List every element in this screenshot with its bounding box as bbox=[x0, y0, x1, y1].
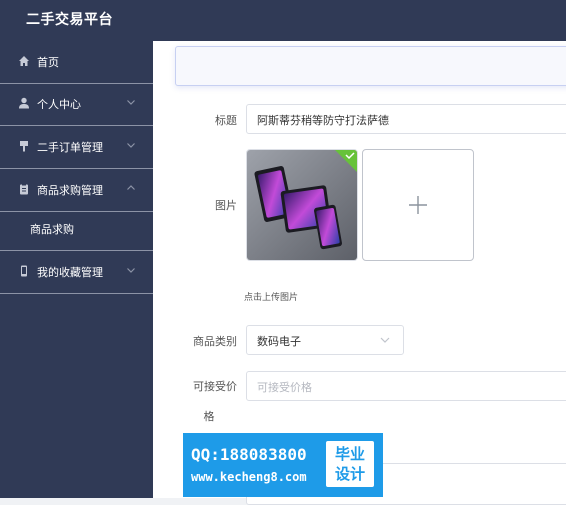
sidebar-item-home[interactable]: 首页 bbox=[0, 41, 153, 84]
category-label: 商品类别 bbox=[193, 335, 237, 348]
watermark-tag: 毕业 设计 bbox=[326, 441, 374, 487]
watermark-tag-line1: 毕业 bbox=[334, 445, 365, 463]
watermark-banner: QQ:188083800 www.kecheng8.com 毕业 设计 bbox=[183, 433, 383, 497]
sidebar-item-label: 个人中心 bbox=[37, 98, 81, 111]
plus-icon bbox=[409, 196, 427, 214]
image-label: 图片 bbox=[215, 199, 237, 212]
sidebar-item-label: 商品求购管理 bbox=[37, 184, 103, 197]
price-label: 可接受价 bbox=[193, 380, 237, 393]
sidebar-item-label: 二手订单管理 bbox=[37, 141, 103, 154]
sidebar-subitem-label: 商品求购 bbox=[30, 223, 74, 236]
chevron-down-icon bbox=[127, 100, 135, 105]
pin-icon bbox=[20, 141, 28, 152]
sidebar: 首页 个人中心 二手订单管理 商品求购管理 商品求购 我的收藏管理 bbox=[0, 41, 153, 498]
title-label: 标题 bbox=[215, 114, 237, 127]
phone-icon bbox=[21, 265, 27, 277]
title-input[interactable]: 阿斯蒂芬稍等防守打法萨德 bbox=[246, 104, 566, 134]
price-label-cont: 格 bbox=[203, 410, 215, 423]
price-input-placeholder: 可接受价格 bbox=[257, 381, 312, 394]
user-icon bbox=[19, 97, 29, 109]
title-input-value: 阿斯蒂芬稍等防守打法萨德 bbox=[257, 114, 389, 127]
watermark-tag-line2: 设计 bbox=[334, 465, 365, 483]
chevron-down-icon bbox=[380, 337, 390, 343]
sidebar-item-profile[interactable]: 个人中心 bbox=[0, 83, 153, 126]
home-icon bbox=[19, 56, 29, 66]
watermark-qq: QQ:188083800 bbox=[191, 445, 307, 464]
price-input[interactable]: 可接受价格 bbox=[246, 371, 566, 401]
chevron-up-icon bbox=[127, 185, 135, 190]
sidebar-item-label: 首页 bbox=[37, 56, 59, 69]
upload-success-icon bbox=[335, 150, 357, 172]
category-select-value: 数码电子 bbox=[257, 335, 301, 348]
app-title: 二手交易平台 bbox=[26, 12, 113, 28]
upload-hint: 点击上传图片 bbox=[244, 293, 299, 303]
clipboard-icon bbox=[20, 183, 28, 195]
watermark-url: www.kecheng8.com bbox=[191, 470, 307, 484]
sidebar-item-wanted[interactable]: 商品求购管理 bbox=[0, 169, 153, 212]
main-content: 标题 阿斯蒂芬稍等防守打法萨德 图片 点击上传图片 商品类别 数码电子 可接受价… bbox=[153, 41, 566, 505]
uploaded-image[interactable] bbox=[246, 149, 358, 261]
breadcrumb-bar bbox=[175, 46, 566, 86]
chevron-down-icon bbox=[127, 268, 135, 273]
category-select[interactable]: 数码电子 bbox=[246, 325, 404, 355]
sidebar-item-label: 我的收藏管理 bbox=[37, 266, 103, 279]
sidebar-subitem-wanted[interactable]: 商品求购 bbox=[0, 209, 153, 249]
sidebar-item-favorites[interactable]: 我的收藏管理 bbox=[0, 250, 153, 294]
top-bar: 二手交易平台 bbox=[0, 0, 566, 41]
upload-add-button[interactable] bbox=[362, 149, 474, 261]
sidebar-item-orders[interactable]: 二手订单管理 bbox=[0, 126, 153, 169]
chevron-down-icon bbox=[127, 143, 135, 148]
